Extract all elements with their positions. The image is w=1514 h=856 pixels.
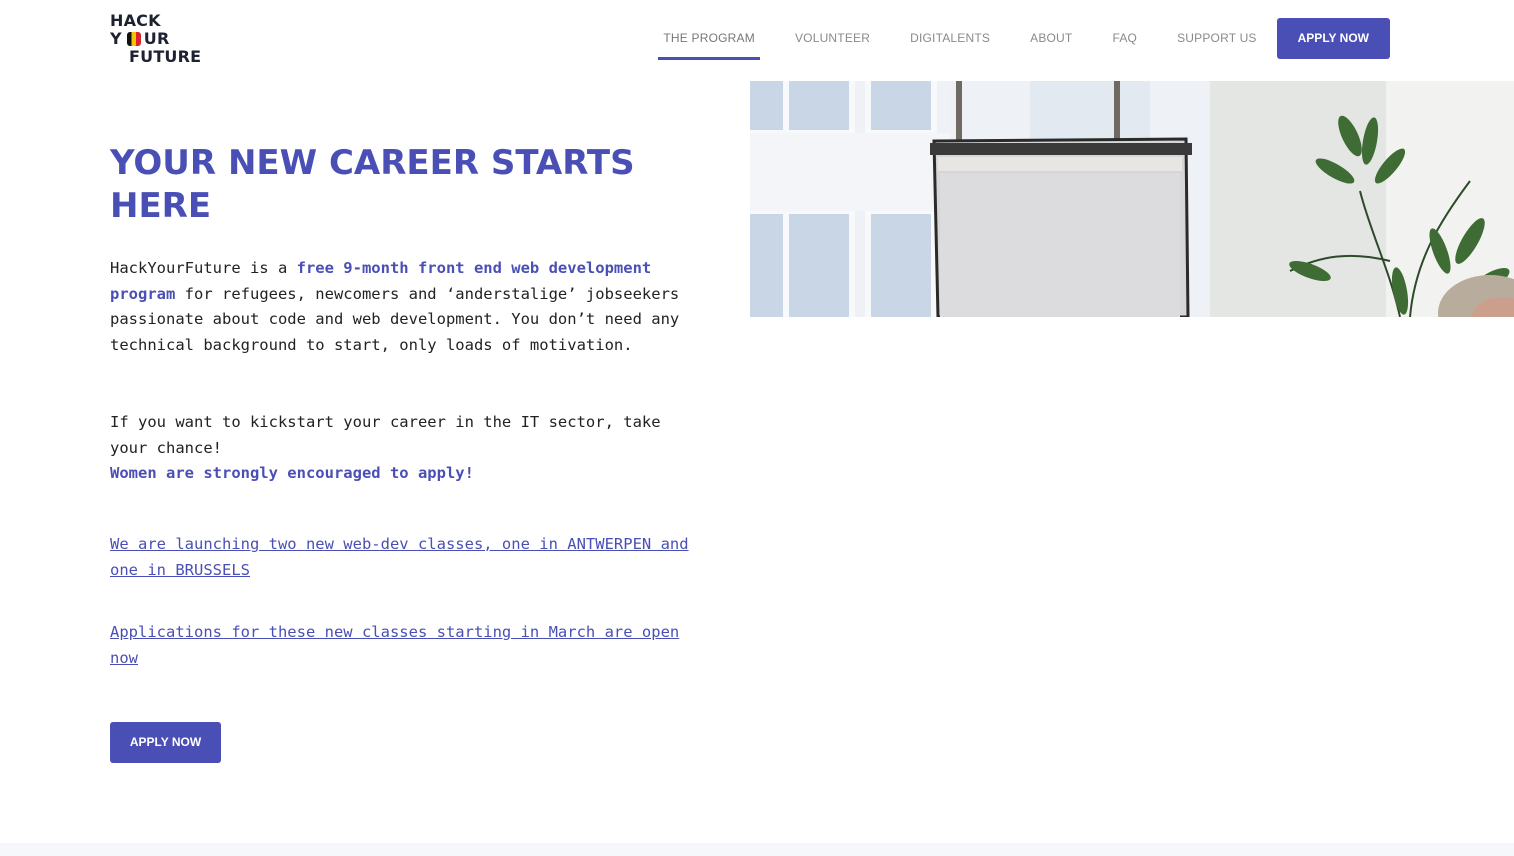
next-section-band xyxy=(0,843,1514,856)
main-nav: THE PROGRAM VOLUNTEER DIGITALENTS ABOUT … xyxy=(623,18,1390,60)
belgian-flag-icon xyxy=(126,32,141,46)
intro-rest: for refugees, newcomers and ‘anderstalig… xyxy=(110,284,680,355)
hero-photo xyxy=(750,81,1514,317)
logo-line-hack: HACK xyxy=(110,11,161,30)
page-title: YOUR NEW CAREER STARTS HERE xyxy=(110,143,635,226)
nav-item-support-us[interactable]: SUPPORT US xyxy=(1177,18,1257,59)
nav-item-faq[interactable]: FAQ xyxy=(1112,18,1137,59)
hero-apply-button[interactable]: APPLY NOW xyxy=(110,722,221,763)
kickstart-text: If you want to kickstart your career in … xyxy=(110,413,661,457)
intro-paragraph: HackYourFuture is a free 9-month front e… xyxy=(110,256,700,359)
nav-item-the-program[interactable]: THE PROGRAM xyxy=(658,18,760,60)
nav-item-volunteer[interactable]: VOLUNTEER xyxy=(795,18,870,59)
new-classes-link[interactable]: We are launching two new web-dev classes… xyxy=(110,532,700,583)
classroom-photo-illustration xyxy=(750,81,1514,317)
header-apply-button[interactable]: APPLY NOW xyxy=(1276,18,1390,59)
applications-open-link[interactable]: Applications for these new classes start… xyxy=(110,620,700,671)
intro-text: HackYourFuture is a xyxy=(110,259,297,277)
hackyourfuture-logo[interactable]: HACK Y UR FUTURE xyxy=(110,12,210,66)
logo-line-your: Y UR xyxy=(110,29,170,48)
nav-item-about[interactable]: ABOUT xyxy=(1030,18,1072,59)
site-header: HACK Y UR FUTURE THE PROGRAM VOLUNTEER DI… xyxy=(0,0,1514,80)
nav-item-digitalents[interactable]: DIGITALENTS xyxy=(910,18,990,59)
women-encouraged-text: Women are strongly encouraged to apply! xyxy=(110,464,474,483)
kickstart-paragraph: If you want to kickstart your career in … xyxy=(110,410,700,487)
logo-line-future: FUTURE xyxy=(129,47,202,66)
